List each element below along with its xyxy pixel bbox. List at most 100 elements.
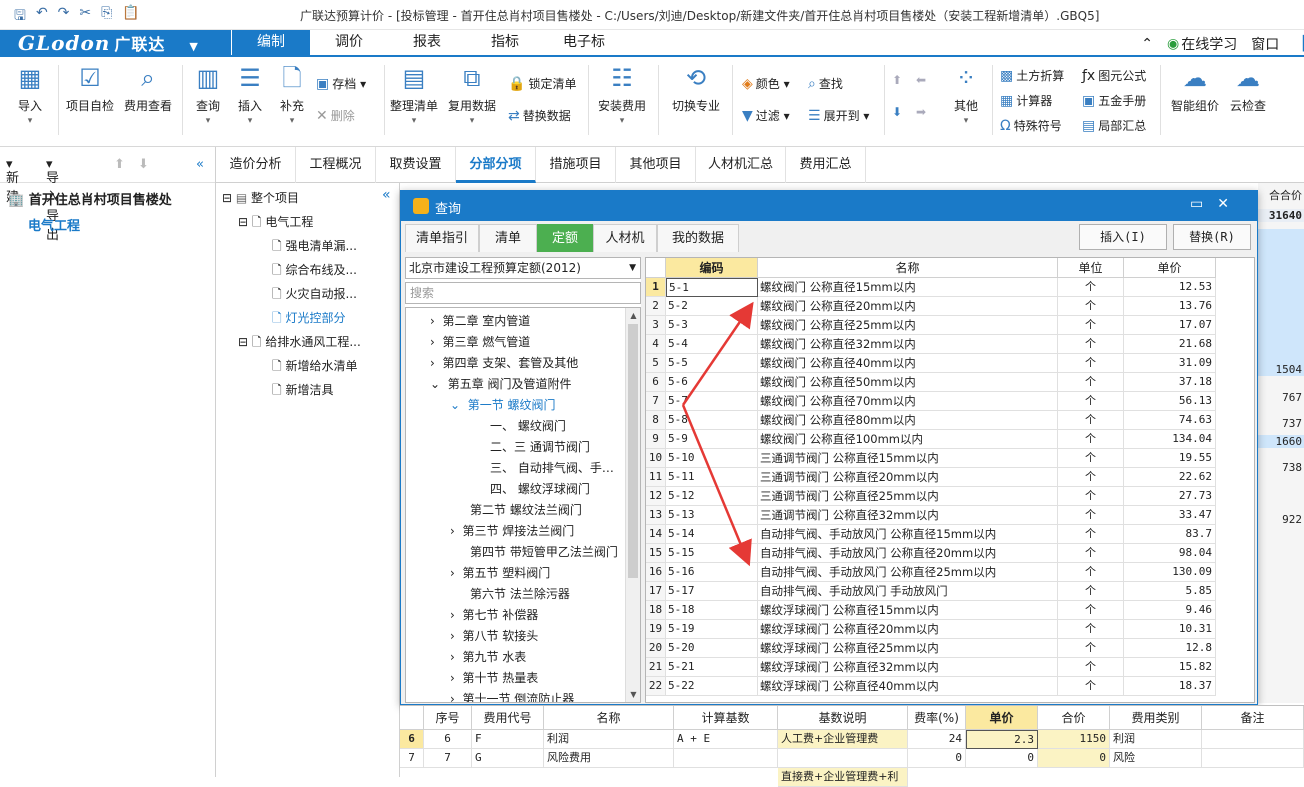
cell-code[interactable]: 5-22 [666, 677, 758, 696]
maximize-icon[interactable]: ▭ [1190, 196, 1217, 212]
partial-summary-button[interactable]: ▤ 局部汇总 [1082, 117, 1146, 134]
tree-sub-3[interactable]: 三、 自动排气阀、手… [490, 459, 614, 476]
cell-unit[interactable]: 个 [1058, 335, 1124, 354]
supplement-button[interactable]: 🗋 补充 ▾ [268, 63, 316, 126]
cell-name[interactable]: 螺纹浮球阀门 公称直径20mm以内 [758, 620, 1058, 639]
cell-base[interactable] [674, 749, 778, 768]
cell-name[interactable]: 螺纹阀门 公称直径40mm以内 [758, 354, 1058, 373]
table-row[interactable]: 9 5-9 螺纹阀门 公称直径100mm以内个 134.04 [646, 430, 1218, 449]
cell-price[interactable]: 98.04 [1124, 544, 1216, 563]
cell-name[interactable]: 三通调节阀门 公称直径32mm以内 [758, 506, 1058, 525]
cell-rate[interactable]: 0 [908, 749, 966, 768]
cell-unit[interactable]: 个 [1058, 354, 1124, 373]
cell-price[interactable]: 31.09 [1124, 354, 1216, 373]
cell-price[interactable]: 33.47 [1124, 506, 1216, 525]
collapse-ribbon-icon[interactable]: ⌃ [1141, 36, 1153, 52]
close-icon[interactable]: ✕ [1217, 196, 1243, 212]
reuse-data-button[interactable]: ⧉ 复用数据 ▾ [448, 63, 496, 126]
cell-price[interactable]: 0 [966, 749, 1038, 768]
cell-seq[interactable]: 7 [424, 749, 472, 768]
cell-price[interactable]: 130.09 [1124, 563, 1216, 582]
grid-header-price[interactable]: 单价 [1124, 258, 1216, 278]
switch-major-button[interactable]: ⟲ 切换专业 [668, 63, 724, 114]
cell-name[interactable]: 自动排气阀、手动放风门 公称直径25mm以内 [758, 563, 1058, 582]
cell-price[interactable]: 18.37 [1124, 677, 1216, 696]
cell-code[interactable]: 5-20 [666, 639, 758, 658]
expand-to-button[interactable]: ☰ 展开到 ▾ [808, 107, 869, 124]
cell-name[interactable]: 自动排气阀、手动放风门 手动放风门 [758, 582, 1058, 601]
table-row[interactable]: 14 5-14 自动排气阀、手动放风门 公称直径15mm以内个 83.7 [646, 525, 1218, 544]
cell-name[interactable]: 风险费用 [544, 749, 674, 768]
tree-sub-2[interactable]: 二、三 通调节阀门 [490, 438, 590, 455]
redo-icon[interactable]: ↷ [58, 5, 70, 29]
tree-section-9[interactable]: › 第九节 水表 [450, 648, 526, 665]
cell-name[interactable]: 螺纹阀门 公称直径32mm以内 [758, 335, 1058, 354]
tree-fire-alarm[interactable]: 🗋 火灾自动报... [272, 285, 357, 306]
cell-unit[interactable]: 个 [1058, 278, 1124, 297]
online-learning-link[interactable]: 在线学习 [1181, 34, 1237, 54]
cell-unit[interactable]: 个 [1058, 544, 1124, 563]
table-row[interactable]: 5 5-5 螺纹阀门 公称直径40mm以内个 31.09 [646, 354, 1218, 373]
cloud-check-button[interactable]: ☁ 云检查 [1224, 63, 1272, 114]
cell-code[interactable]: 5-5 [666, 354, 758, 373]
menu-tab-index[interactable]: 指标 [466, 30, 544, 55]
cell-code[interactable]: 5-8 [666, 411, 758, 430]
dialog-tab-list-guide[interactable]: 清单指引 [405, 224, 479, 252]
table-row[interactable]: 10 5-10 三通调节阀门 公称直径15mm以内个 19.55 [646, 449, 1218, 468]
cell-name[interactable]: 三通调节阀门 公称直径15mm以内 [758, 449, 1058, 468]
lock-list-button[interactable]: 🔒 锁定清单 [508, 75, 576, 92]
cell-price[interactable]: 74.63 [1124, 411, 1216, 430]
window-menu[interactable]: 窗口 [1251, 34, 1279, 54]
grid-header-unit[interactable]: 单位 [1058, 258, 1124, 278]
dialog-tab-my-data[interactable]: 我的数据 [657, 224, 739, 252]
cell-unit[interactable]: 个 [1058, 430, 1124, 449]
element-formula-button[interactable]: ƒx 图元公式 [1082, 67, 1146, 84]
collapse-left-icon[interactable]: « [196, 157, 204, 172]
tab-material-summary[interactable]: 人材机汇总 [696, 147, 786, 183]
cell-code[interactable]: 5-21 [666, 658, 758, 677]
cell-code[interactable]: 5-18 [666, 601, 758, 620]
cell-unit[interactable]: 个 [1058, 411, 1124, 430]
table-row[interactable]: 18 5-18 螺纹浮球阀门 公称直径15mm以内个 9.46 [646, 601, 1218, 620]
cell-unit[interactable]: 个 [1058, 620, 1124, 639]
tree-section-7[interactable]: › 第七节 补偿器 [450, 606, 538, 623]
tab-fee-settings[interactable]: 取费设置 [376, 147, 456, 183]
cell-unit[interactable]: 个 [1058, 373, 1124, 392]
quota-search-input[interactable]: 搜索 [405, 282, 641, 304]
dialog-tab-list[interactable]: 清单 [479, 224, 537, 252]
cell-unit[interactable]: 个 [1058, 677, 1124, 696]
table-row[interactable]: 2 5-2 螺纹阀门 公称直径20mm以内个 13.76 [646, 297, 1218, 316]
tree-chapter-4[interactable]: › 第四章 支架、套管及其他 [430, 354, 578, 371]
cell-unit[interactable]: 个 [1058, 525, 1124, 544]
cell-base-desc[interactable]: 人工费+企业管理费 [778, 730, 908, 749]
replace-dialog-button[interactable]: 替换(R) [1173, 224, 1251, 250]
tree-chapter-5[interactable]: ⌄ 第五章 阀门及管道附件 [430, 375, 572, 392]
cell-code[interactable]: 5-15 [666, 544, 758, 563]
cell-price[interactable]: 27.73 [1124, 487, 1216, 506]
tab-other-items[interactable]: 其他项目 [616, 147, 696, 183]
cell-code[interactable]: 5-6 [666, 373, 758, 392]
cell-code[interactable]: 5-7 [666, 392, 758, 411]
table-row[interactable]: 7 5-7 螺纹阀门 公称直径70mm以内个 56.13 [646, 392, 1218, 411]
cell-name[interactable]: 螺纹阀门 公称直径25mm以内 [758, 316, 1058, 335]
tree-section-5[interactable]: › 第五节 塑料阀门 [450, 564, 550, 581]
cell-name[interactable]: 螺纹阀门 公称直径80mm以内 [758, 411, 1058, 430]
install-fee-button[interactable]: ☷ 安装费用 ▾ [596, 63, 648, 126]
cell-base[interactable]: A + E [674, 730, 778, 749]
cell-code[interactable]: 5-1 [666, 278, 758, 297]
grid-header-code[interactable]: 编码 [666, 258, 758, 278]
cell-name[interactable]: 螺纹阀门 公称直径20mm以内 [758, 297, 1058, 316]
arrow-down-icon[interactable]: ⬇ [138, 157, 149, 172]
color-button[interactable]: ◈ 颜色 ▾ [742, 75, 790, 92]
app-logo[interactable]: GLodon 广联达 ▼ [0, 30, 231, 57]
cell-unit[interactable]: 个 [1058, 316, 1124, 335]
quota-library-select[interactable]: 北京市建设工程预算定额(2012) ▼ [405, 257, 641, 279]
table-row[interactable]: 7 7 G 风险费用 0 0 0 风险 [400, 749, 1304, 768]
table-row[interactable]: 1 5-1 螺纹阀门 公称直径15mm以内个 12.53 [646, 278, 1218, 297]
smart-pricing-button[interactable]: ☁ 智能组价 [1168, 63, 1222, 114]
cell-price[interactable]: 13.76 [1124, 297, 1216, 316]
tab-cost-analysis[interactable]: 造价分析 [216, 147, 296, 183]
fee-check-button[interactable]: ⌕ 费用查看 [120, 63, 176, 114]
cell-code[interactable]: 5-11 [666, 468, 758, 487]
table-row[interactable]: 13 5-13 三通调节阀门 公称直径32mm以内个 33.47 [646, 506, 1218, 525]
